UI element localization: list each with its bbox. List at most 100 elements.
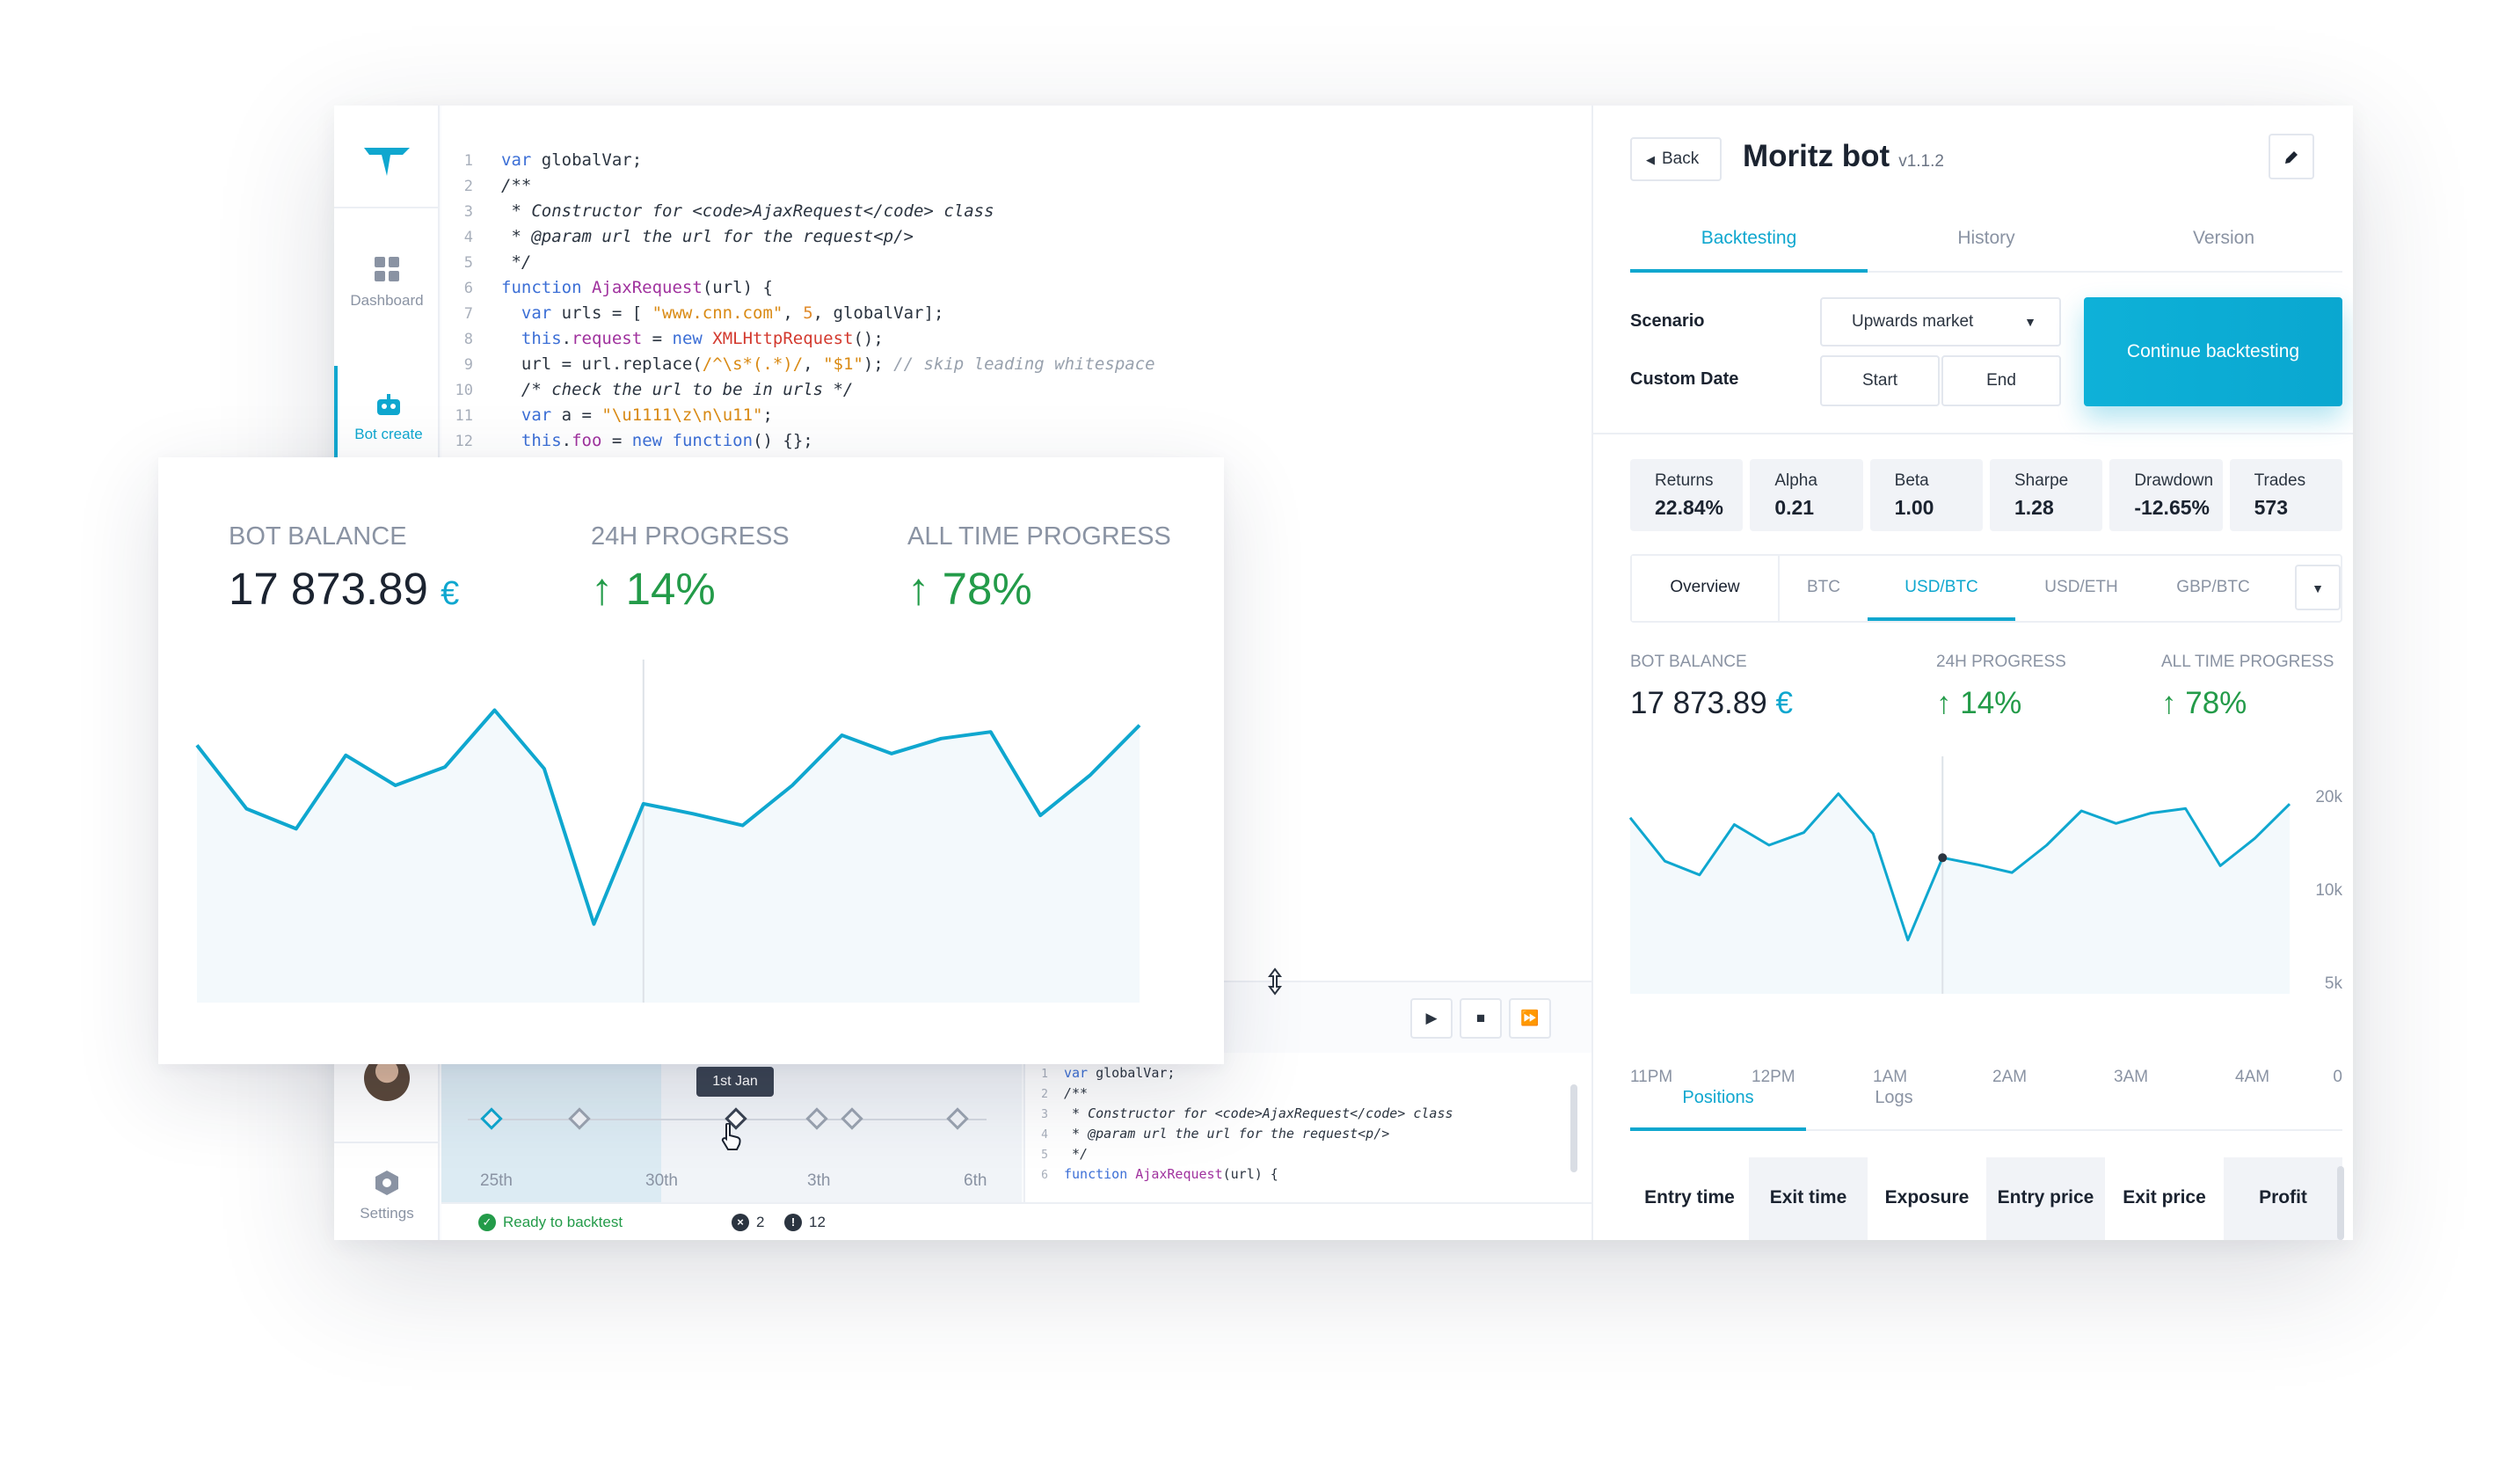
code-line: 5 */ xyxy=(463,252,532,272)
status-warnings[interactable]: ! 12 xyxy=(784,1214,826,1231)
back-button[interactable]: ◀ Back xyxy=(1630,137,1722,181)
mini-code-editor[interactable]: 1 var globalVar; 2/** 3 * Constructor for… xyxy=(1023,1053,1591,1202)
tab-logs[interactable]: Logs xyxy=(1806,1073,1982,1131)
column-header[interactable]: Exit time xyxy=(1749,1157,1868,1240)
kpi-24h-label: 24H PROGRESS xyxy=(1936,653,2066,671)
caret-left-icon: ◀ xyxy=(1646,153,1655,166)
grid-icon xyxy=(375,257,399,281)
timeline[interactable]: 1st Jan 25th 30th 3th 6th xyxy=(441,1053,1022,1202)
tab-btc[interactable]: BTC xyxy=(1780,556,1868,621)
scenario-label: Scenario xyxy=(1630,311,1705,331)
warning-icon: ! xyxy=(784,1214,802,1231)
bottom-tabs: Positions Logs xyxy=(1630,1073,2342,1131)
card-balance-value: 17 873.89 € xyxy=(229,564,460,614)
status-bar: ✓ Ready to backtest × 2 ! 12 xyxy=(441,1202,1591,1240)
code-line: 12 this.foo = new function() {}; xyxy=(455,431,813,450)
hexagon-icon xyxy=(375,1171,398,1195)
play-button[interactable]: ▶ xyxy=(1410,998,1453,1039)
card-balance-label: BOT BALANCE xyxy=(229,522,407,551)
status-errors-count: 2 xyxy=(756,1214,765,1230)
timeline-selected-range[interactable] xyxy=(441,1053,661,1202)
bot-name: Moritz bot xyxy=(1743,139,1890,173)
column-header[interactable]: Exit price xyxy=(2105,1157,2224,1240)
code-line: 3 * Constructor for <code>AjaxRequest</c… xyxy=(463,201,994,221)
kpi-24h-value: ↑ 14% xyxy=(1936,686,2022,720)
divider xyxy=(334,1142,440,1143)
card-all-time-label: ALL TIME PROGRESS xyxy=(907,522,1171,551)
end-date-button[interactable]: End xyxy=(1941,355,2061,406)
stats-row: Returns 22.84% Alpha 0.21 Beta 1.00 Sharpe 1… xyxy=(1630,459,2342,531)
sidebar-item-settings[interactable]: Settings xyxy=(334,1170,440,1222)
continue-backtesting-button[interactable]: Continue backtesting xyxy=(2084,297,2342,406)
tab-overview[interactable]: Overview xyxy=(1632,556,1780,621)
stop-icon: ■ xyxy=(1475,1010,1486,1026)
sidebar-item-label: Settings xyxy=(360,1205,414,1222)
y-tick-label: 5k xyxy=(2325,974,2343,993)
scrollbar[interactable] xyxy=(1570,1084,1577,1172)
code-line: 1 var globalVar; xyxy=(1041,1065,1176,1081)
code-line: 4 * @param url the url for the request<p… xyxy=(463,227,914,246)
stop-button[interactable]: ■ xyxy=(1460,998,1502,1039)
tab-usd-btc[interactable]: USD/BTC xyxy=(1868,556,2015,621)
sidebar-item-label: Bot create xyxy=(354,426,423,442)
fast-forward-button[interactable]: ⏩ xyxy=(1509,998,1551,1039)
timeline-tooltip: 1st Jan xyxy=(696,1067,774,1097)
caret-down-icon: ▼ xyxy=(2024,315,2036,329)
code-line: 1 var globalVar; xyxy=(463,150,643,170)
code-line: 7 var urls = [ "www.cnn.com", 5, globalV… xyxy=(463,303,944,323)
check-icon: ✓ xyxy=(478,1214,496,1231)
column-header[interactable]: Entry time xyxy=(1630,1157,1749,1240)
panel-tabs: Backtesting History Version xyxy=(1630,215,2342,273)
scrollbar[interactable] xyxy=(2337,1166,2344,1240)
column-header[interactable]: Exposure xyxy=(1868,1157,1986,1240)
timeline-label: 30th xyxy=(645,1171,678,1190)
logo-icon xyxy=(364,148,410,176)
card-balance-chart[interactable] xyxy=(158,651,1224,1020)
error-icon: × xyxy=(732,1214,749,1231)
code-line: 6 function AjaxRequest(url) { xyxy=(463,278,773,297)
start-date-button[interactable]: Start xyxy=(1820,355,1940,406)
timeline-marker[interactable] xyxy=(841,1107,863,1130)
chart-area-fill xyxy=(197,710,1140,1003)
kpi-all-time-value: ↑ 78% xyxy=(2161,686,2247,720)
tab-version[interactable]: Version xyxy=(2105,215,2342,273)
code-line: 2/** xyxy=(463,176,532,195)
code-line: 6 function AjaxRequest(url) { xyxy=(1041,1166,1278,1182)
back-label: Back xyxy=(1662,150,1700,168)
kpi-balance-value: 17 873.89 € xyxy=(1630,686,1793,720)
column-header[interactable]: Entry price xyxy=(1986,1157,2105,1240)
timeline-marker[interactable] xyxy=(805,1107,828,1130)
caret-down-icon: ▼ xyxy=(2312,581,2324,595)
divider xyxy=(1593,433,2353,434)
tab-gbp-btc[interactable]: GBP/BTC xyxy=(2147,556,2279,621)
card-24h-value: ↑ 14% xyxy=(591,564,716,614)
tab-usd-eth[interactable]: USD/ETH xyxy=(2015,556,2147,621)
resize-handle-icon[interactable] xyxy=(1268,967,1282,996)
stat-trades: Trades 573 xyxy=(2229,459,2342,531)
code-line: 3 * Constructor for <code>AjaxRequest</c… xyxy=(1041,1105,1453,1121)
bot-version: v1.1.2 xyxy=(1898,152,1944,171)
more-pairs-button[interactable]: ▼ xyxy=(2295,565,2341,610)
code-line: 2/** xyxy=(1041,1085,1089,1101)
arrow-up-icon: ↑ xyxy=(1936,686,1952,720)
column-header[interactable]: Profit xyxy=(2224,1157,2342,1240)
play-icon: ▶ xyxy=(1425,1010,1438,1026)
divider xyxy=(334,207,440,208)
code-line: 4 * @param url the url for the request<p… xyxy=(1041,1126,1390,1142)
currency-symbol: € xyxy=(441,575,460,612)
tab-backtesting[interactable]: Backtesting xyxy=(1630,215,1868,273)
tab-history[interactable]: History xyxy=(1868,215,2105,273)
y-tick-label: 20k xyxy=(2315,788,2342,806)
stat-alpha: Alpha 0.21 xyxy=(1750,459,1863,531)
code-line: 11 var a = "\u1111\z\n\u11"; xyxy=(455,405,773,425)
timeline-marker[interactable] xyxy=(946,1107,969,1130)
scenario-select[interactable]: Upwards market ▼ xyxy=(1820,297,2061,347)
sidebar-item-dashboard[interactable]: Dashboard xyxy=(334,255,440,310)
status-errors[interactable]: × 2 xyxy=(732,1214,764,1231)
edit-button[interactable] xyxy=(2269,134,2314,179)
stat-beta: Beta 1.00 xyxy=(1869,459,1983,531)
tab-positions[interactable]: Positions xyxy=(1630,1073,1806,1131)
arrow-up-icon: ↑ xyxy=(2161,686,2177,720)
sidebar-item-bot-create[interactable]: Bot create xyxy=(334,366,440,463)
panel-balance-chart[interactable]: 20k10k5k011PM 12PM 1AM 2AM 3AM 4AM xyxy=(1593,739,2353,1126)
